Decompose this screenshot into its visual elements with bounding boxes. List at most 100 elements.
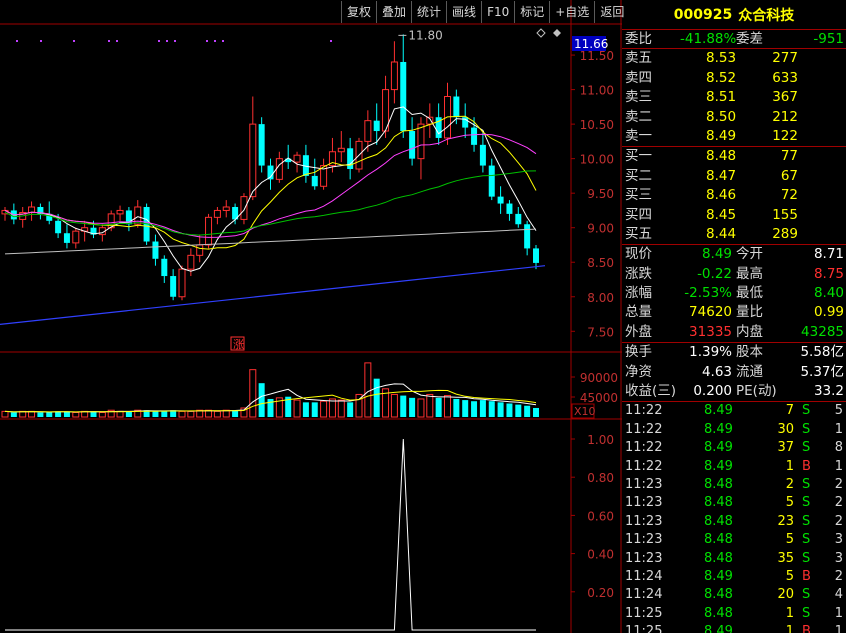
kline-chart[interactable]: 11.50 11.00 10.50 10.00 9.50 9.00 8.50 8.00 7.50… (0, 0, 622, 633)
candle-body (488, 165, 495, 197)
stat-value: 8.49 (701, 246, 732, 263)
tick-side: S (802, 532, 811, 548)
stat-value: 0.99 (813, 304, 844, 321)
stat-row: 现价 8.49 今开 8.71 (622, 245, 846, 264)
tick-price: 8.49 (704, 403, 733, 419)
tick-count: 2 (834, 495, 843, 511)
candle-body (497, 196, 504, 204)
tick-row: 11:22 8.49 37 S 8 (622, 439, 846, 457)
draw-line-button[interactable]: 画线 (446, 1, 481, 23)
overlay-button[interactable]: 叠加 (376, 1, 411, 23)
stat-label: 今开 (736, 246, 763, 263)
stat-row: 外盘 31335 内盘 43285 (622, 323, 846, 342)
tick-time: 11:22 (625, 421, 663, 437)
volume-bar (161, 411, 168, 417)
ask-price: 8.49 (706, 127, 737, 144)
volume-bar (293, 399, 301, 418)
fundamental-value: 33.2 (813, 383, 844, 400)
tick-side: B (802, 458, 811, 474)
ask-levels: 卖五 8.53 277 卖四 8.52 633 卖三 8.51 367 卖二 8.50 212 卖一 8.… (622, 49, 846, 148)
signal-dot (158, 40, 160, 42)
tick-volume: 1 (785, 605, 794, 621)
quote-panel: 000925 众合科技 委比 -41.88% 委差 -951 卖五 8.53 277… (622, 0, 846, 633)
signal-dot (116, 40, 118, 42)
stat-value: 43285 (801, 323, 844, 340)
candle-body (293, 154, 301, 163)
restore-rights-button[interactable]: 复权 (341, 1, 376, 23)
tick-volume: 5 (785, 532, 794, 548)
signal-dot (73, 40, 75, 42)
statistics-button[interactable]: 统计 (411, 1, 446, 23)
fundamental-value: 5.37亿 (800, 363, 844, 380)
candle-body (222, 206, 230, 211)
ask-label: 卖五 (625, 50, 652, 67)
tick-volume: 7 (785, 403, 794, 419)
f10-button[interactable]: F10 (481, 1, 514, 23)
tick-price: 8.48 (704, 605, 733, 621)
mark-button[interactable]: 标记 (514, 1, 549, 23)
stat-label: 最高 (736, 265, 763, 282)
tick-count: 1 (834, 624, 843, 633)
signal-dot (330, 40, 332, 42)
tick-count: 2 (834, 476, 843, 492)
tick-list[interactable]: 11:22 8.49 7 S 5 11:22 8.49 30 S 1 11:22 8.49 37 S 8 11… (622, 402, 846, 633)
tick-time: 11:25 (625, 624, 663, 633)
tick-volume: 5 (785, 568, 794, 584)
bid-label: 买一 (625, 148, 652, 165)
candle-body (533, 248, 539, 263)
stat-label: 最低 (736, 285, 763, 302)
fundamental-label: 净资 (625, 363, 652, 380)
candle-body (170, 276, 177, 297)
tick-volume: 23 (777, 513, 794, 529)
weibi-value: -41.88% (680, 31, 737, 47)
signal-dot (166, 40, 168, 42)
tick-price: 8.48 (704, 587, 733, 603)
candle-body (161, 258, 168, 277)
volume-bar (435, 397, 442, 417)
current-price-label: 11.66 (574, 37, 608, 51)
candle-body (337, 147, 345, 153)
volume-bar (515, 404, 522, 417)
tick-volume: 5 (785, 495, 794, 511)
add-watchlist-button[interactable]: +自选 (549, 1, 594, 23)
price-tick-label: 10.00 (580, 153, 614, 167)
ask-row: 卖一 8.49 122 (622, 127, 846, 146)
volume-bar (10, 412, 17, 417)
ma250-line (0, 265, 546, 325)
weicha-label: 委差 (736, 31, 763, 47)
stat-label: 内盘 (736, 323, 763, 340)
fundamental-label: 流通 (736, 363, 763, 380)
tick-row: 11:24 8.49 5 B 2 (622, 568, 846, 586)
bid-row: 买五 8.44 289 (622, 225, 846, 244)
signal-dot (40, 40, 42, 42)
bid-price: 8.46 (706, 187, 737, 204)
tick-time: 11:25 (625, 605, 663, 621)
fundamental-row: 收益(三) 0.200 PE(动) 33.2 (622, 382, 846, 401)
bid-price: 8.47 (706, 167, 737, 184)
order-ratio-row: 委比 -41.88% 委差 -951 (622, 30, 846, 50)
bid-row: 买一 8.48 77 (622, 147, 846, 166)
tick-row: 11:23 8.48 2 S 2 (622, 476, 846, 494)
bid-volume: 289 (772, 225, 798, 242)
candle-body (213, 209, 221, 218)
volume-bar (444, 395, 451, 418)
tick-row: 11:23 8.48 5 S 2 (622, 494, 846, 512)
volume-bar (258, 383, 265, 417)
stat-label: 外盘 (625, 323, 652, 340)
volume-bar (524, 405, 531, 417)
tick-row: 11:23 8.48 5 S 3 (622, 531, 846, 549)
candle-body (187, 254, 195, 270)
volume-bar (426, 393, 434, 418)
ask-price: 8.50 (706, 108, 737, 125)
tick-volume: 30 (777, 421, 794, 437)
volume-bar (37, 412, 44, 417)
stat-value: 8.71 (813, 246, 844, 263)
ask-price: 8.52 (706, 69, 737, 86)
bid-row: 买四 8.45 155 (622, 206, 846, 225)
volume-bar (373, 378, 380, 417)
tick-price: 8.48 (704, 513, 733, 529)
tick-time: 11:23 (625, 495, 663, 511)
signal-dot (222, 40, 224, 42)
tick-time: 11:23 (625, 550, 663, 566)
stat-label: 现价 (625, 246, 652, 263)
